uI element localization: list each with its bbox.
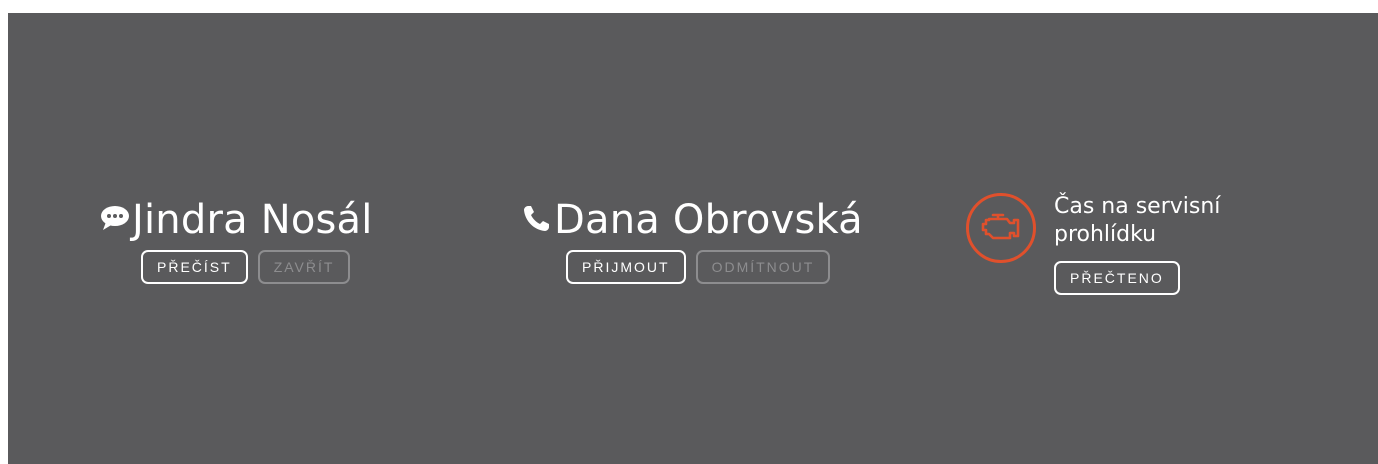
message-title-row: Jindra Nosál bbox=[98, 198, 373, 242]
notification-panel: Jindra Nosál PŘEČÍST ZAVŘÍT Dana Obrovsk… bbox=[8, 13, 1378, 464]
service-message: Čas na servisní prohlídku bbox=[1054, 194, 1221, 247]
service-notification: Čas na servisní prohlídku PŘEČTENO bbox=[966, 193, 1274, 295]
phone-icon bbox=[520, 201, 554, 239]
call-actions: PŘIJMOUT ODMÍTNOUT bbox=[566, 250, 863, 284]
accept-call-button[interactable]: PŘIJMOUT bbox=[566, 250, 686, 284]
call-notification: Dana Obrovská PŘIJMOUT ODMÍTNOUT bbox=[520, 198, 863, 284]
close-button[interactable]: ZAVŘÍT bbox=[257, 250, 351, 284]
message-notification: Jindra Nosál PŘEČÍST ZAVŘÍT bbox=[98, 198, 373, 284]
decline-call-button[interactable]: ODMÍTNOUT bbox=[695, 250, 831, 284]
service-body: Čas na servisní prohlídku PŘEČTENO bbox=[1054, 193, 1274, 295]
caller-name: Jindra Nosál bbox=[132, 197, 373, 243]
mark-read-button[interactable]: PŘEČTENO bbox=[1054, 261, 1180, 295]
service-actions: PŘEČTENO bbox=[1054, 261, 1274, 295]
message-actions: PŘEČÍST ZAVŘÍT bbox=[141, 250, 373, 284]
call-title-row: Dana Obrovská bbox=[520, 198, 863, 242]
read-button[interactable]: PŘEČÍST bbox=[141, 250, 248, 284]
chat-bubble-icon bbox=[98, 203, 132, 237]
caller-name: Dana Obrovská bbox=[554, 197, 863, 243]
engine-warning-icon bbox=[966, 193, 1036, 263]
